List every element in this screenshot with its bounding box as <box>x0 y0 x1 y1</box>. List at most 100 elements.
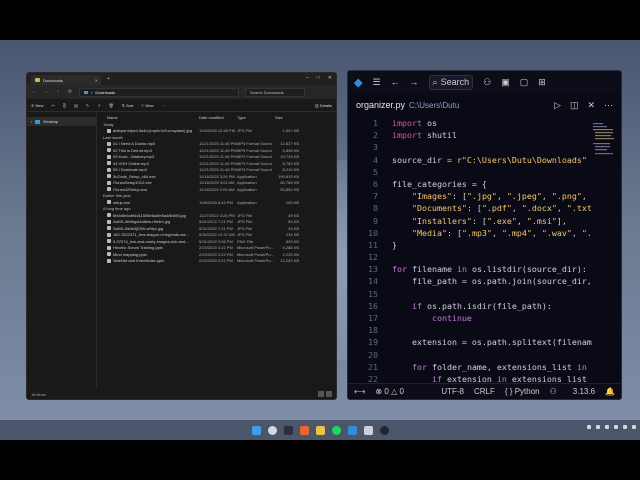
file-name: setup.exe <box>113 199 131 205</box>
more-icon[interactable]: ··· <box>162 103 166 108</box>
new-tab-button[interactable]: + <box>107 76 110 82</box>
language-mode[interactable]: { } Python <box>505 387 540 396</box>
file-name-cell: Mind mapping.pptx <box>97 252 199 257</box>
command-search[interactable]: ⌕ Search <box>428 74 474 90</box>
forward-icon[interactable]: → <box>43 89 49 95</box>
plus-icon: ⊕ <box>31 102 35 108</box>
file-name-cell: 02 This is Detroit.mp3 <box>97 148 199 153</box>
code-editor[interactable]: 1 2 3 4 5 6 7 8 9 10 11 12 13 14 15 16 17 18 19 20 21 22 impo… <box>348 117 621 383</box>
cut-icon[interactable]: ✂ <box>52 103 55 108</box>
close-icon[interactable]: ✕ <box>587 100 595 111</box>
file-type: JPG File <box>237 232 253 238</box>
layout-icon[interactable]: ▣ <box>501 77 510 88</box>
back-icon[interactable]: ← <box>31 89 37 95</box>
file-size: 12,627 KB <box>280 141 299 147</box>
customize-layout-icon[interactable]: ⊞ <box>538 77 546 88</box>
chevron-up-icon[interactable] <box>587 425 591 429</box>
file-size: 49 KB <box>288 212 299 218</box>
line-number: 15 <box>368 288 378 299</box>
file-row[interactable]: SeleNet and KneeNoise.pptx 2/23/2020 3:22… <box>97 258 336 265</box>
menu-icon[interactable]: ☰ <box>372 77 380 88</box>
explorer-tab[interactable]: Downloads ✕ <box>31 75 101 85</box>
view-button[interactable]: ≡ View <box>141 103 153 108</box>
details-view-icon[interactable] <box>318 391 324 397</box>
editor-tab[interactable]: organizer.py <box>356 100 405 110</box>
notification-icon[interactable] <box>632 425 636 429</box>
new-button[interactable]: ⊕ New <box>31 103 44 108</box>
copilot-icon[interactable]: ⚇ <box>483 77 491 88</box>
rename-icon[interactable]: ✎ <box>86 103 89 108</box>
code-line: import os <box>392 118 437 128</box>
brave-icon[interactable] <box>299 425 309 435</box>
encoding[interactable]: UTF-8 <box>441 387 464 396</box>
minimize-icon[interactable]: – <box>306 75 309 81</box>
volume-icon[interactable] <box>605 425 609 429</box>
remote-icon[interactable]: ⟷ <box>354 387 365 396</box>
file-icon <box>107 252 111 257</box>
line-number: 18 <box>368 325 378 336</box>
problems-indicator[interactable]: ⊗ 0 △ 0 <box>375 387 403 396</box>
chevron-right-icon[interactable]: › <box>31 119 32 124</box>
maximize-icon[interactable]: □ <box>317 75 320 81</box>
file-icon <box>107 226 111 231</box>
file-icon[interactable] <box>363 425 373 435</box>
split-editor-icon[interactable]: ◫ <box>570 100 579 111</box>
close-tab-icon[interactable]: ✕ <box>95 78 98 83</box>
file-size: 234 KB <box>285 232 299 238</box>
forward-icon[interactable]: → <box>410 77 419 87</box>
file-icon <box>107 128 111 133</box>
line-number: 11 <box>368 239 378 250</box>
refresh-icon[interactable]: ⟳ <box>67 89 73 95</box>
item-count: 18 items <box>31 391 47 397</box>
toggle-panel-icon[interactable]: ▢ <box>520 77 529 88</box>
wifi-icon[interactable] <box>596 425 600 429</box>
sidebar-item-desktop[interactable]: › Desktop <box>27 117 96 126</box>
spotify-icon[interactable] <box>331 425 341 435</box>
details-button[interactable]: ▥ Details <box>315 103 332 108</box>
search-input[interactable]: Search Downloads <box>245 87 305 97</box>
task-view-icon[interactable] <box>283 425 293 435</box>
steam-icon[interactable] <box>379 425 389 435</box>
copy-icon[interactable]: ⎘ <box>63 103 66 108</box>
delete-icon[interactable]: 🗑 <box>109 103 114 108</box>
back-icon[interactable]: ← <box>391 77 400 87</box>
code-line: import shutil <box>392 130 457 141</box>
column-name[interactable]: Name <box>97 115 199 120</box>
file-name: iTunes32Setup.exe <box>113 186 148 192</box>
vscode-icon[interactable] <box>347 425 357 435</box>
file-name: 2s891-8s0b3j03W-w9fyz.jpg <box>113 225 164 231</box>
more-icon[interactable]: ⋯ <box>604 100 613 111</box>
up-icon[interactable]: ↑ <box>55 89 61 95</box>
tiles-view-icon[interactable] <box>326 391 332 397</box>
code-line: extension = os.path.splitext(filenam <box>392 337 592 348</box>
sort-button[interactable]: ⇅ Sort <box>122 103 134 108</box>
column-type[interactable]: Type <box>237 115 275 120</box>
file-name-cell: 2s891-8s0b3j03W-w9fyz.jpg <box>97 226 199 231</box>
paste-icon[interactable]: ▤ <box>74 103 78 108</box>
code-line: if os.path.isdir(file_path): <box>411 300 552 311</box>
column-size[interactable]: Size <box>275 115 299 120</box>
column-date[interactable]: Date modified <box>199 115 237 120</box>
share-icon[interactable]: ↗ <box>97 103 100 108</box>
search-icon[interactable] <box>267 425 277 435</box>
windows-icon[interactable] <box>251 425 261 435</box>
code-line: source_dir = r"C:\Users\Dutu\Downloads" <box>392 154 587 165</box>
close-icon[interactable]: ✕ <box>328 75 332 81</box>
code-content[interactable]: import os import shutil source_dir = r"C… <box>392 117 621 383</box>
address-bar[interactable]: › Downloads <box>79 87 239 97</box>
copilot-status-icon[interactable]: ⚇ <box>550 387 557 396</box>
file-name-cell: 01 I Need A Doctor.mp3 <box>97 141 199 146</box>
run-icon[interactable]: ▷ <box>554 100 561 111</box>
battery-icon[interactable] <box>614 425 618 429</box>
new-label: New <box>35 102 44 108</box>
line-ending[interactable]: CRLF <box>474 387 495 396</box>
notifications-icon[interactable]: 🔔 <box>605 387 615 396</box>
python-version[interactable]: 3.13.6 <box>573 387 595 396</box>
folder-icon[interactable] <box>315 425 325 435</box>
clock-icon[interactable] <box>623 425 627 429</box>
file-size: 8,210 KB <box>282 167 299 173</box>
file-icon <box>107 245 111 250</box>
minimap[interactable] <box>593 121 617 161</box>
file-date: 11/21/2025 11:46 PM <box>199 160 237 166</box>
